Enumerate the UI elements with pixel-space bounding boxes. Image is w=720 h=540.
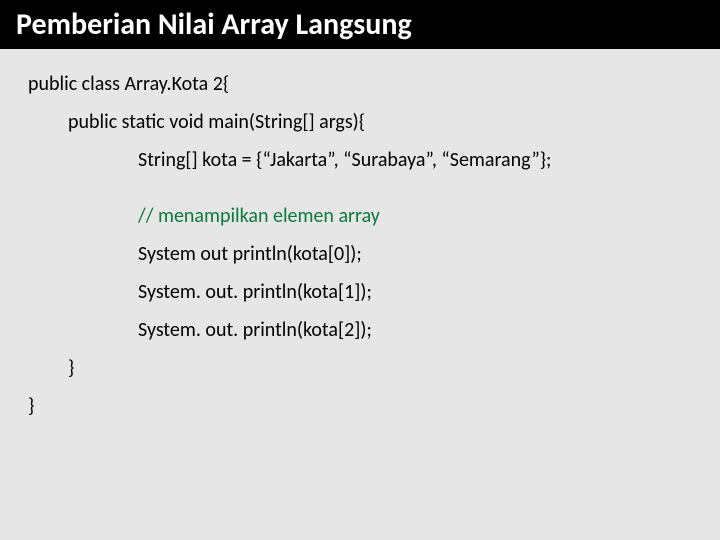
code-line: System. out. println(kota[1]); (138, 273, 696, 311)
code-comment: // menampilkan elemen array (138, 197, 696, 235)
code-line: public static void main(String[] args){ (68, 103, 696, 141)
code-line: System. out. println(kota[2]); (138, 311, 696, 349)
code-line: System out println(kota[0]); (138, 235, 696, 273)
code-line: public class Array.Kota 2{ (28, 65, 696, 103)
blank-line (28, 179, 696, 197)
code-line: } (28, 387, 696, 425)
slide-title-bar: Pemberian Nilai Array Langsung (0, 0, 720, 49)
code-line: String[] kota = {“Jakarta”, “Surabaya”, … (138, 141, 696, 179)
code-line: } (68, 349, 696, 387)
slide-title: Pemberian Nilai Array Langsung (16, 6, 412, 43)
slide-body: public class Array.Kota 2{ public static… (0, 49, 720, 425)
